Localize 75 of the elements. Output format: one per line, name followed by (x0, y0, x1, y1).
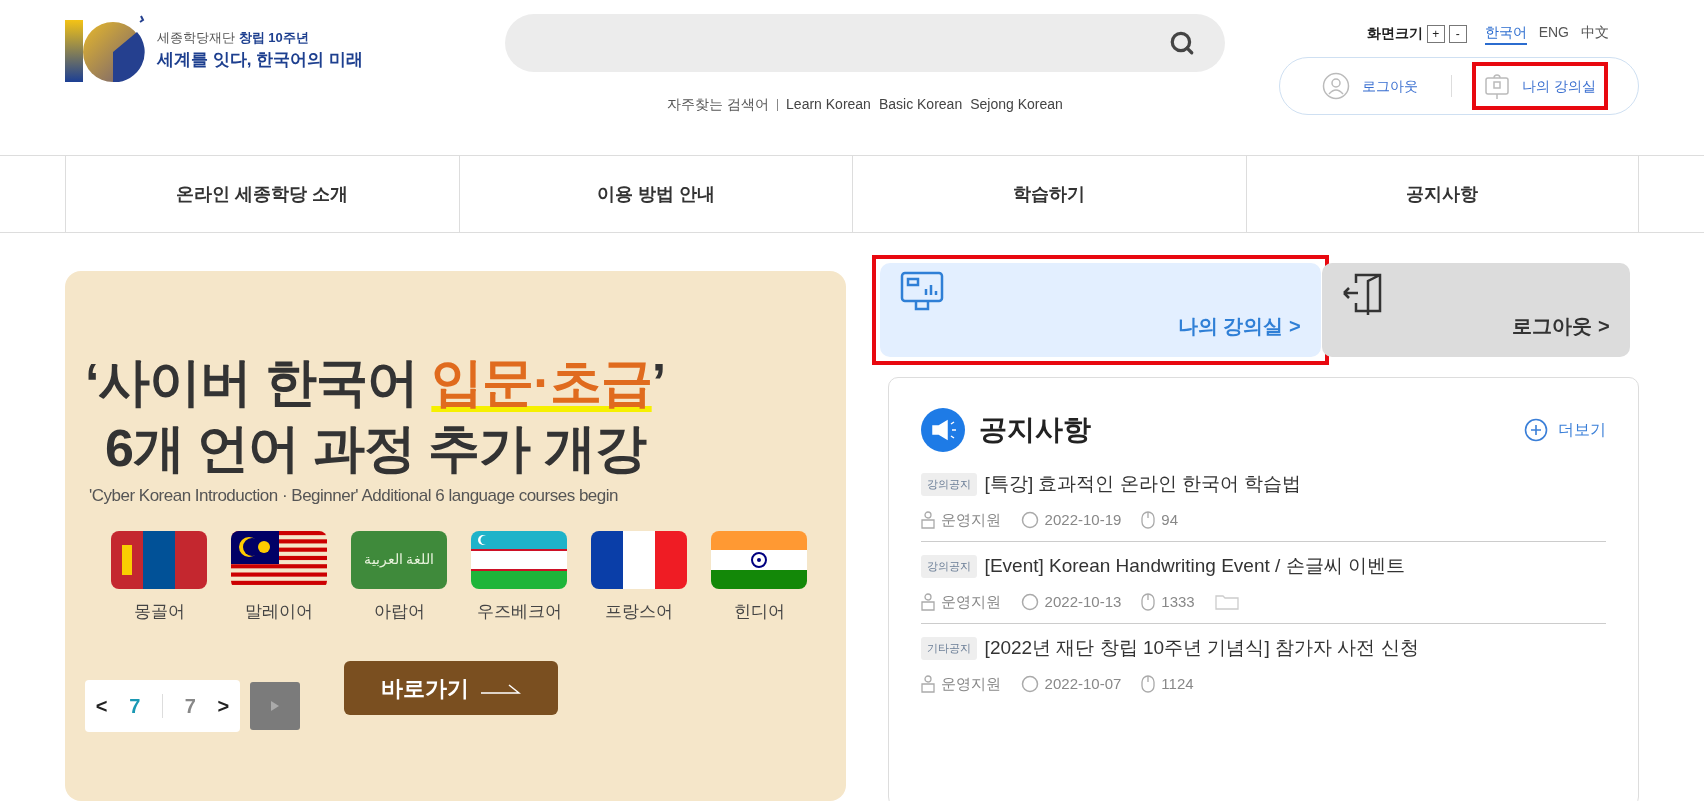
date-text: 2022-10-07 (1044, 673, 1122, 694)
view-count: 1333 (1161, 591, 1195, 612)
nav-tab[interactable]: 이용 방법 안내 (458, 156, 852, 232)
previous-button[interactable]: < (95, 691, 108, 721)
author-text: 운영지원 (940, 591, 1001, 612)
date-text: 2022-10-13 (1044, 591, 1122, 612)
clock-icon (1020, 674, 1039, 693)
person-icon (920, 592, 935, 611)
notice-title: 공지사항 (978, 413, 1091, 447)
quick-link-card[interactable]: 로그아웃 > (1321, 263, 1630, 357)
board-icon (1483, 72, 1510, 100)
current-page: 7 (129, 694, 141, 719)
flag-icon (591, 530, 687, 589)
language-link[interactable]: 中文 (1581, 22, 1609, 45)
more-link[interactable]: 더보기 (1524, 418, 1606, 442)
language-label: 우즈베크어 (476, 600, 562, 623)
trending-label: 자주찾는 검색어 (667, 95, 770, 114)
total-pages: 7 (184, 694, 196, 719)
nav-tab[interactable]: 온라인 세종학당 소개 (65, 156, 459, 232)
banner-english-subtitle: 'Cyber Korean Introduction · Beginner' Additional 6 language courses begin (88, 485, 619, 507)
flag-icon (111, 530, 207, 589)
category-tag: 기타공지 (920, 637, 977, 660)
language-label: 말레이어 (245, 600, 313, 623)
quick-link-card[interactable]: 나의 강의실 > (879, 263, 1321, 357)
notice-link[interactable]: [2022년 재단 창립 10주년 기념식] 참가자 사전 신청 (984, 634, 1419, 663)
banner-title: ‘사이버 한국어 입문·초급’ (85, 352, 667, 413)
language-label: 힌디어 (733, 600, 785, 623)
trending-term-link[interactable]: Sejong Korean (970, 94, 1063, 115)
person-icon (920, 510, 935, 529)
play-icon (270, 700, 280, 712)
category-tag: 강의공지 (920, 473, 977, 496)
go-button[interactable]: 바로가기 (344, 661, 558, 715)
quick-link-label: 로그아웃 > (1512, 314, 1610, 339)
flag-icon (471, 530, 567, 589)
notice-link[interactable]: [특강] 효과적인 온라인 한국어 학습법 (984, 470, 1302, 499)
organization-line: 세종학당재단 창립 10주년 (157, 28, 310, 47)
person-icon (1322, 72, 1351, 100)
clock-icon (1020, 592, 1039, 611)
user-menu-link[interactable]: 로그아웃 (1362, 75, 1419, 97)
slogan: 세계를 잇다, 한국어의 미래 (157, 49, 363, 71)
date-text: 2022-10-19 (1044, 509, 1122, 530)
language-link[interactable]: ENG (1538, 22, 1569, 45)
author-text: 운영지원 (940, 673, 1001, 694)
zoom-out-button[interactable]: - (1448, 24, 1467, 43)
trending-term-link[interactable]: Basic Korean (878, 94, 963, 115)
font-size-label: 화면크기 (1366, 24, 1423, 43)
mouse-icon (1141, 510, 1156, 529)
plus-circle-icon (1524, 418, 1548, 442)
search-icon[interactable] (1169, 30, 1195, 56)
language-link[interactable]: 한국어 (1484, 22, 1527, 45)
author-text: 운영지원 (940, 509, 1001, 530)
notice-link[interactable]: [Event] Korean Handwriting Event / 손글씨 이벤트 (984, 552, 1405, 581)
language-label: 프랑스어 (605, 600, 673, 623)
mouse-icon (1141, 674, 1156, 693)
person-icon (920, 674, 935, 693)
trending-term-link[interactable]: Learn Korean (786, 94, 871, 115)
nav-tab[interactable]: 공지사항 (1245, 156, 1639, 232)
language-label: 아랍어 (373, 600, 425, 623)
folder-icon (1214, 593, 1239, 610)
flag-icon: اللغة العربية (351, 530, 447, 589)
nav-tab[interactable]: 학습하기 (852, 156, 1246, 232)
view-count: 94 (1161, 509, 1179, 530)
clock-icon (1020, 510, 1039, 529)
quick-link-label: 나의 강의실 > (1177, 314, 1301, 339)
language-label: 몽골어 (133, 600, 185, 623)
megaphone-icon (920, 408, 965, 452)
banner-subtitle-heading: 6개 언어 과정 추가 개강 (104, 418, 648, 479)
next-button[interactable]: > (217, 691, 230, 721)
monitor-icon (899, 271, 944, 313)
flag-icon (711, 530, 807, 589)
play-button[interactable] (250, 682, 300, 730)
zoom-in-button[interactable]: + (1426, 24, 1445, 43)
category-tag: 강의공지 (920, 555, 977, 578)
view-count: 1124 (1161, 673, 1194, 694)
mouse-icon (1141, 592, 1156, 611)
